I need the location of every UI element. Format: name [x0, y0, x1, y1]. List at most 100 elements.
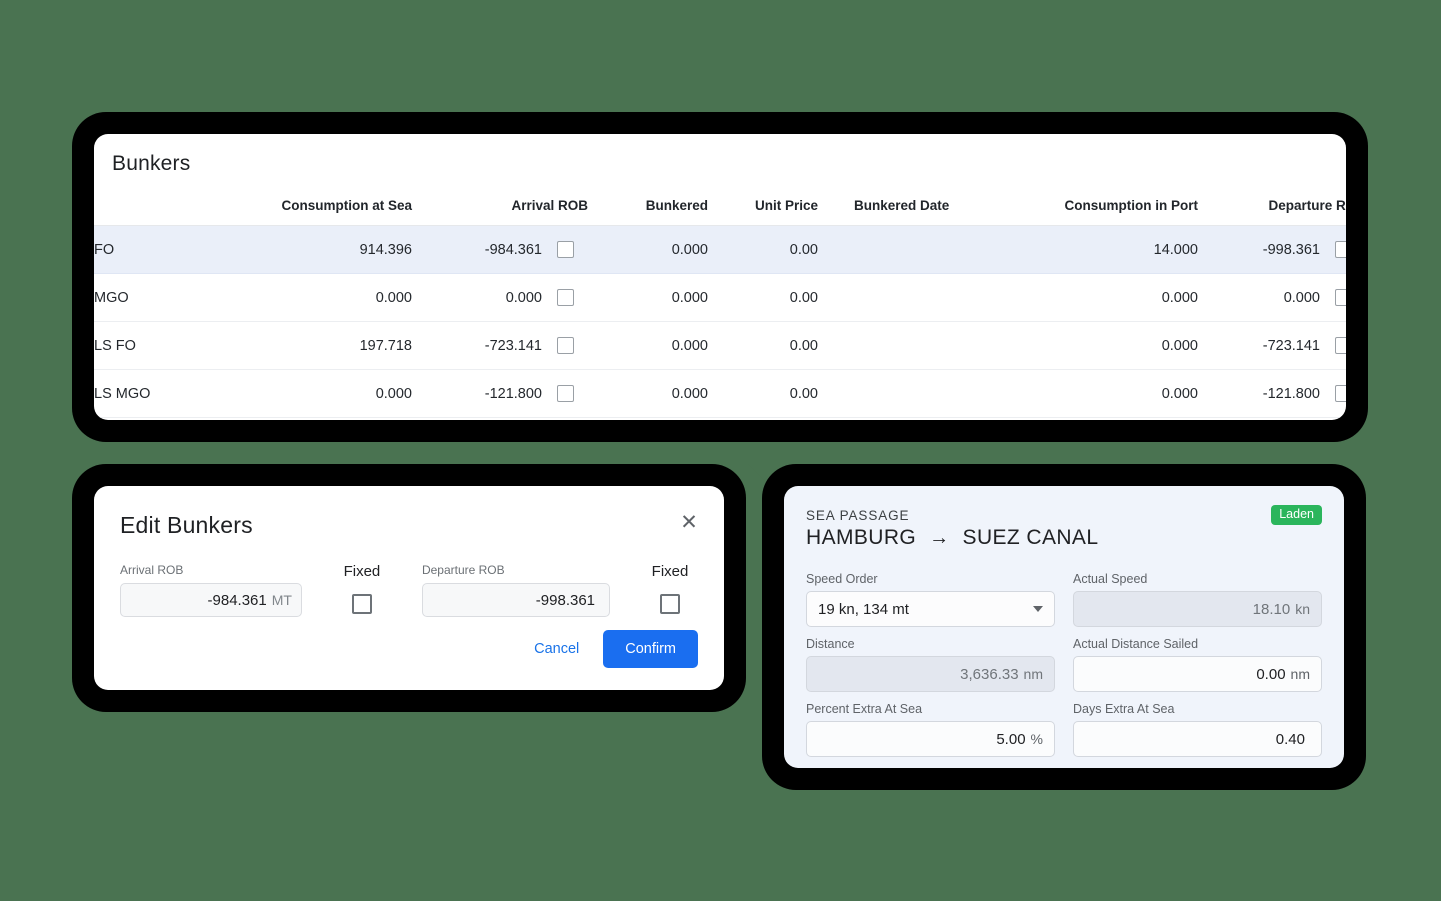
- percent-extra-at-sea-unit: %: [1030, 731, 1043, 747]
- arrival-rob-fixed-checkbox[interactable]: [556, 241, 574, 258]
- arrival-rob-input[interactable]: -984.361 MT: [120, 583, 302, 617]
- departure-fixed-checkbox[interactable]: [660, 594, 680, 614]
- cell-arrival-rob-fixed: [542, 370, 588, 418]
- percent-extra-at-sea-input[interactable]: 5.00 %: [806, 721, 1055, 757]
- distance-value: 3,636.33: [960, 665, 1019, 683]
- cell-departure-rob: 0.000: [1283, 289, 1320, 306]
- cell-bunkered: 0.000: [671, 241, 708, 258]
- cell-unit-price: 0.00: [789, 289, 818, 306]
- cell-consumption-in-port: 14.000: [1153, 241, 1198, 258]
- departure-rob-input[interactable]: -998.361: [421, 583, 611, 617]
- status-badge: Laden: [1271, 505, 1322, 525]
- cell-departure-rob: -998.361: [1262, 241, 1320, 258]
- cell-bunkered-date: [818, 226, 998, 274]
- speed-order-select[interactable]: 19 kn, 134 mt: [806, 591, 1055, 627]
- sea-passage-fields: Speed Order 19 kn, 134 mt Actual Speed 1…: [806, 572, 1322, 757]
- column-header-departure-rob: Departure ROB: [1198, 198, 1346, 226]
- distance-input: 3,636.33 nm: [806, 656, 1055, 692]
- cell-bunkered-date: [818, 370, 998, 418]
- departure-fixed-label: Fixed: [651, 563, 689, 580]
- dialog-fields: Arrival ROB -984.361 MT Fixed Departure …: [94, 539, 724, 617]
- percent-extra-at-sea-label: Percent Extra At Sea: [806, 702, 923, 716]
- column-header-arrival-rob: Arrival ROB: [412, 198, 588, 226]
- route-origin: HAMBURG: [806, 526, 917, 549]
- arrival-rob-value: -984.361: [207, 591, 267, 609]
- cell-arrival-rob-fixed: [542, 322, 588, 370]
- cell-fuel: MGO: [94, 289, 129, 306]
- arrival-rob-fixed-checkbox[interactable]: [556, 385, 574, 402]
- dialog-title: Edit Bunkers: [120, 512, 253, 538]
- departure-rob-fixed-checkbox[interactable]: [1334, 289, 1346, 306]
- route-destination: SUEZ CANAL: [962, 526, 1099, 549]
- cell-consumption-at-sea: 197.718: [359, 337, 412, 354]
- cell-unit-price: 0.00: [789, 241, 818, 258]
- cell-fuel: LS FO: [94, 337, 136, 354]
- arrival-rob-field-group: Arrival ROB -984.361 MT: [120, 563, 302, 617]
- days-extra-at-sea-field: Days Extra At Sea 0.40: [1073, 702, 1322, 757]
- departure-fixed-group: Fixed: [642, 563, 698, 614]
- cell-bunkered: 0.000: [671, 337, 708, 354]
- column-header-bunkered: Bunkered: [588, 198, 708, 226]
- cell-bunkered: 0.000: [671, 289, 708, 306]
- cell-arrival-rob-fixed: [542, 226, 588, 274]
- cell-bunkered: 0.000: [671, 385, 708, 402]
- sea-passage-route: HAMBURG → SUEZ CANAL: [806, 526, 1322, 550]
- table-header-row: Consumption at Sea Arrival ROB Bunkered …: [94, 198, 1346, 226]
- arrival-rob-fixed-checkbox[interactable]: [556, 289, 574, 306]
- confirm-button[interactable]: Confirm: [603, 630, 698, 668]
- actual-distance-sailed-label: Actual Distance Sailed: [1073, 637, 1199, 651]
- dialog-actions: Cancel Confirm: [524, 630, 698, 668]
- arrival-fixed-label: Fixed: [343, 563, 381, 580]
- cell-bunkered-date: [818, 322, 998, 370]
- distance-unit: nm: [1023, 666, 1043, 682]
- actual-distance-sailed-input[interactable]: 0.00 nm: [1073, 656, 1322, 692]
- actual-speed-value: 18.10: [1252, 600, 1291, 618]
- days-extra-at-sea-value: 0.40: [1275, 730, 1305, 748]
- card-notch-triangle: [748, 464, 780, 480]
- column-header-unit-price: Unit Price: [708, 198, 818, 226]
- column-header-fuel: [94, 198, 232, 226]
- column-header-consumption-in-port: Consumption in Port: [998, 198, 1198, 226]
- cell-departure-rob: -723.141: [1262, 337, 1320, 354]
- speed-order-label: Speed Order: [806, 572, 878, 586]
- arrival-fixed-checkbox[interactable]: [351, 594, 372, 614]
- cell-consumption-in-port: 0.000: [1161, 289, 1198, 306]
- distance-field: Distance 3,636.33 nm: [806, 637, 1055, 692]
- sea-passage-kicker: SEA PASSAGE: [806, 508, 910, 523]
- cell-bunkered-date: [818, 274, 998, 322]
- table-row[interactable]: FO 914.396 -984.361 0.000 0.00 14.000 -998.361: [94, 225, 1346, 274]
- column-header-consumption-at-sea: Consumption at Sea: [232, 198, 412, 226]
- cell-consumption-at-sea: 0.000: [375, 289, 412, 306]
- page-title: Bunkers: [112, 152, 191, 175]
- close-icon[interactable]: ✕: [676, 510, 702, 536]
- actual-speed-label: Actual Speed: [1073, 572, 1148, 586]
- arrival-rob-fixed-checkbox[interactable]: [556, 337, 574, 354]
- actual-distance-sailed-unit: nm: [1290, 666, 1310, 682]
- actual-speed-field: Actual Speed 18.10 kn: [1073, 572, 1322, 627]
- departure-rob-fixed-checkbox[interactable]: [1334, 337, 1346, 354]
- percent-extra-at-sea-value: 5.00: [996, 730, 1026, 748]
- screen-root: Bunkers Consumption at Sea Arrival ROB B…: [0, 0, 1441, 901]
- cell-arrival-rob: -121.800: [484, 385, 542, 402]
- chevron-down-icon: [1033, 606, 1043, 612]
- days-extra-at-sea-input[interactable]: 0.40: [1073, 721, 1322, 757]
- table-row[interactable]: LS MGO 0.000 -121.800 0.000 0.00 0.000 -121.80…: [94, 370, 1346, 418]
- actual-distance-sailed-value: 0.00: [1256, 665, 1286, 683]
- table-row[interactable]: LS FO 197.718 -723.141 0.000 0.00 0.000 -723.1…: [94, 322, 1346, 370]
- cell-arrival-rob-fixed: [542, 274, 588, 322]
- cell-departure-rob-fixed: [1320, 370, 1346, 418]
- cell-arrival-rob: 0.000: [505, 289, 542, 306]
- departure-rob-label: Departure ROB: [421, 563, 505, 577]
- departure-rob-fixed-checkbox[interactable]: [1334, 241, 1346, 258]
- distance-label: Distance: [806, 637, 855, 651]
- actual-distance-sailed-field: Actual Distance Sailed 0.00 nm: [1073, 637, 1322, 692]
- cell-fuel: FO: [94, 241, 115, 258]
- table-row[interactable]: MGO 0.000 0.000 0.000 0.00 0.000 0.000: [94, 274, 1346, 322]
- cell-consumption-at-sea: 914.396: [359, 241, 412, 258]
- cell-consumption-in-port: 0.000: [1161, 337, 1198, 354]
- sea-passage-card-inner: SEA PASSAGE HAMBURG → SUEZ CANAL Laden S…: [784, 486, 1344, 768]
- cancel-button[interactable]: Cancel: [524, 633, 589, 665]
- cell-unit-price: 0.00: [789, 385, 818, 402]
- departure-rob-fixed-checkbox[interactable]: [1334, 385, 1346, 402]
- bunkers-card: Bunkers Consumption at Sea Arrival ROB B…: [72, 112, 1368, 442]
